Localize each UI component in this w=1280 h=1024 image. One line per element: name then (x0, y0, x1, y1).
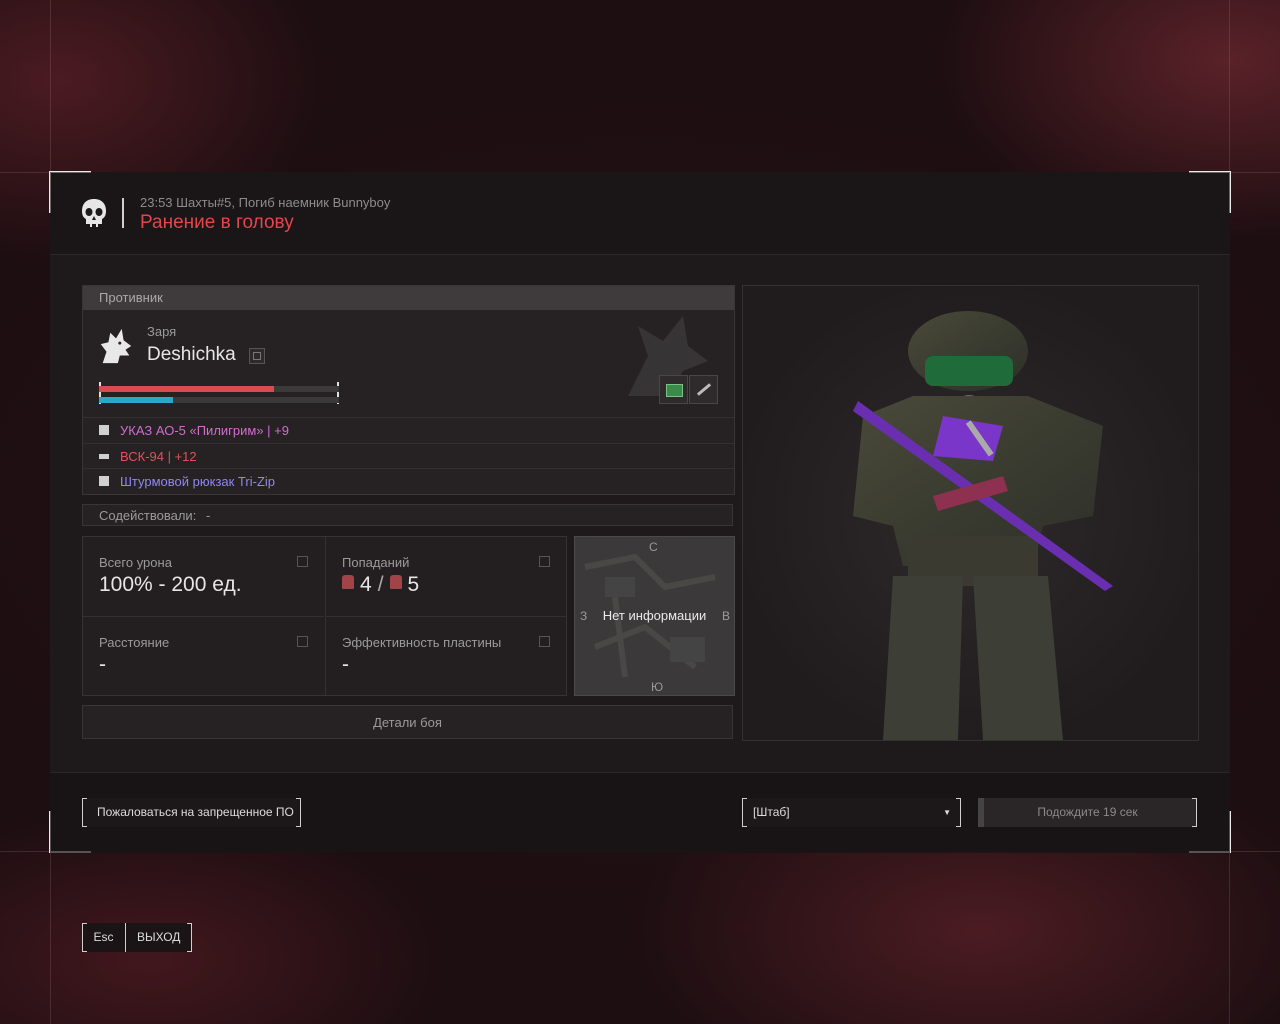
compass-south: Ю (651, 680, 664, 694)
head-hit-icon (342, 575, 354, 589)
death-summary-panel: 23:53 Шахты#5, Погиб наемник Bunnyboy Ра… (49, 171, 1231, 853)
equipment-armor[interactable]: УКАЗ АО-5 «Пилигрим» | +9 (120, 418, 289, 443)
death-header: 23:53 Шахты#5, Погиб наемник Bunnyboy Ра… (50, 172, 1230, 255)
armor-icon (99, 425, 109, 435)
body-hit-icon (389, 575, 402, 589)
minimap: С Ю З В Нет информации (574, 536, 735, 696)
equipment-item: Штурмовой рюкзак Tri-Zip (83, 468, 734, 494)
respawn-wait-label: Подождите 19 сек (1037, 805, 1138, 819)
stat-distance: Расстояние - (83, 616, 324, 695)
injector-icon[interactable] (689, 375, 718, 404)
header-divider (122, 198, 124, 228)
enemy-clan: Заря (147, 324, 177, 339)
damage-stats: Всего урона 100% - 200 ед. Попаданий 4/ 5… (82, 536, 567, 696)
rifle-icon (99, 454, 109, 459)
exit-button[interactable]: Esc ВЫХОД (82, 923, 192, 952)
death-cause: Ранение в голову (140, 212, 294, 233)
enemy-character-model (742, 285, 1199, 741)
minimap-message: Нет информации (602, 608, 707, 623)
event-description: 23:53 Шахты#5, Погиб наемник Bunnyboy (140, 195, 391, 210)
health-bar-fill (99, 386, 275, 392)
soldier-figure (853, 311, 1113, 740)
copy-icon[interactable] (249, 348, 265, 364)
clan-wolf-icon (100, 328, 132, 364)
stat-total-damage: Всего урона 100% - 200 ед. (83, 537, 324, 616)
respawn-wait-button: Подождите 19 сек (978, 798, 1197, 827)
assists-value: - (205, 508, 211, 523)
info-icon[interactable] (297, 636, 308, 647)
equipment-backpack[interactable]: Штурмовой рюкзак Tri-Zip (120, 469, 275, 494)
info-icon[interactable] (539, 636, 550, 647)
location-select-value: [Штаб] (753, 805, 790, 819)
stat-value: - (342, 653, 349, 676)
stat-label: Всего урона (99, 555, 172, 570)
medkit-icon[interactable] (659, 375, 688, 404)
health-bar (99, 386, 339, 392)
stat-hits: Попаданий 4/ 5 (325, 537, 566, 616)
enemy-card: Противник Заря Deshichka УКАЗ АО-5 «Пили… (82, 285, 735, 495)
stat-label: Попаданий (342, 555, 410, 570)
hits-head-count: 4 (360, 573, 372, 596)
stat-label: Эффективность пластины (342, 635, 502, 650)
stat-label: Расстояние (99, 635, 170, 650)
stat-value: 4/ 5 (342, 573, 419, 597)
equipment-weapon[interactable]: ВСК-94 | +12 (120, 444, 197, 469)
enemy-status-bars (99, 382, 339, 404)
hits-total-count: 5 (407, 573, 420, 596)
wait-progress (978, 798, 984, 827)
hits-separator: / (377, 573, 384, 596)
assists-label: Содействовали: (99, 508, 197, 523)
stat-value: - (99, 653, 106, 676)
assists-row: Содействовали: - (82, 504, 733, 526)
equipment-item: ВСК-94 | +12 (83, 443, 734, 469)
footer-bar: Пожаловаться на запрещенное ПО [Штаб] ▼ … (50, 772, 1230, 853)
info-icon[interactable] (297, 556, 308, 567)
stat-plate-efficiency: Эффективность пластины - (325, 616, 566, 695)
backpack-icon (99, 476, 109, 486)
stat-value: 100% - 200 ед. (99, 573, 242, 596)
exit-label: ВЫХОД (137, 930, 181, 944)
equipment-item: УКАЗ АО-5 «Пилигрим» | +9 (83, 417, 734, 443)
exit-hotkey: Esc (82, 923, 126, 952)
location-select[interactable]: [Штаб] ▼ (742, 798, 961, 827)
armor-bar-fill (99, 397, 174, 403)
dropdown-caret-icon: ▼ (943, 808, 951, 817)
info-icon[interactable] (539, 556, 550, 567)
enemy-nickname: Deshichka (147, 344, 236, 365)
skull-icon (82, 199, 106, 227)
compass-north: С (649, 540, 658, 554)
armor-bar (99, 397, 339, 403)
report-cheat-button[interactable]: Пожаловаться на запрещенное ПО (82, 798, 301, 827)
battle-details-button[interactable]: Детали боя (82, 705, 733, 739)
